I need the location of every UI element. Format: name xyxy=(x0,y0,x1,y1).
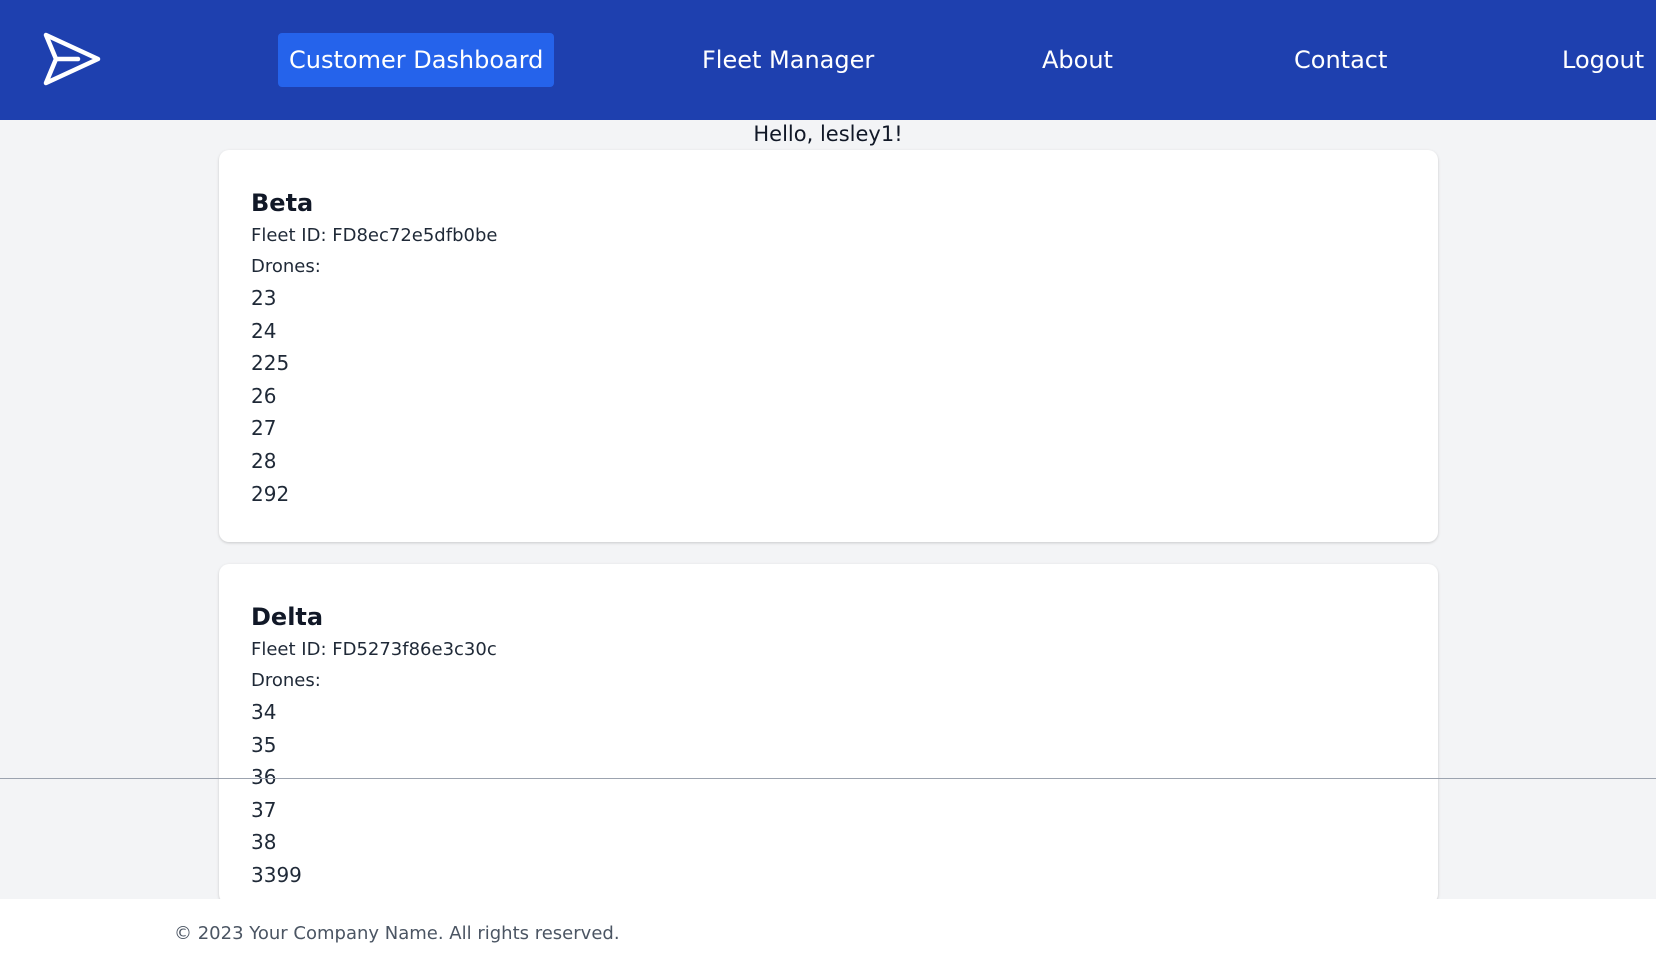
drone-item: 225 xyxy=(251,351,290,376)
drone-item: 23 xyxy=(251,286,277,310)
fleet-id: Fleet ID: FD5273f86e3c30c xyxy=(251,639,497,660)
drone-item: 37 xyxy=(251,797,277,822)
paper-plane-icon[interactable] xyxy=(42,31,102,87)
nav-logout[interactable]: Logout xyxy=(1562,33,1644,87)
fleet-name: Delta xyxy=(251,603,324,631)
drone-item: 3399 xyxy=(251,862,302,887)
divider-line xyxy=(0,778,1656,779)
drone-list: 23 24 225 26 27 28 292 xyxy=(251,282,1406,510)
fleet-card-delta: Delta Fleet ID: FD5273f86e3c30c Drones: … xyxy=(219,564,1438,904)
fleet-id: Fleet ID: FD8ec72e5dfb0be xyxy=(251,225,498,246)
nav-fleet-manager[interactable]: Fleet Manager xyxy=(702,33,874,87)
drones-label: Drones: xyxy=(251,670,321,691)
drone-item: 34 xyxy=(251,700,277,724)
drone-item: 292 xyxy=(251,481,290,506)
drone-item: 24 xyxy=(251,318,277,343)
footer: © 2023 Your Company Name. All rights res… xyxy=(0,899,1656,969)
drone-item: 28 xyxy=(251,448,277,473)
footer-copyright: © 2023 Your Company Name. All rights res… xyxy=(174,923,620,944)
fleet-card-beta: Beta Fleet ID: FD8ec72e5dfb0be Drones: 2… xyxy=(219,150,1438,542)
drone-item: 27 xyxy=(251,416,277,441)
top-navbar: Customer Dashboard Fleet Manager About C… xyxy=(0,0,1656,120)
greeting-text: Hello, lesley1! xyxy=(753,122,903,146)
drone-item: 26 xyxy=(251,383,277,408)
drones-label: Drones: xyxy=(251,256,321,277)
nav-about[interactable]: About xyxy=(1042,33,1113,87)
fleet-name: Beta xyxy=(251,189,314,217)
nav-customer-dashboard[interactable]: Customer Dashboard xyxy=(278,33,555,87)
drone-list: 34 35 36 37 38 3399 xyxy=(251,696,1406,892)
nav-contact[interactable]: Contact xyxy=(1294,33,1387,87)
drone-item: 35 xyxy=(251,732,277,757)
drone-item: 38 xyxy=(251,830,277,855)
